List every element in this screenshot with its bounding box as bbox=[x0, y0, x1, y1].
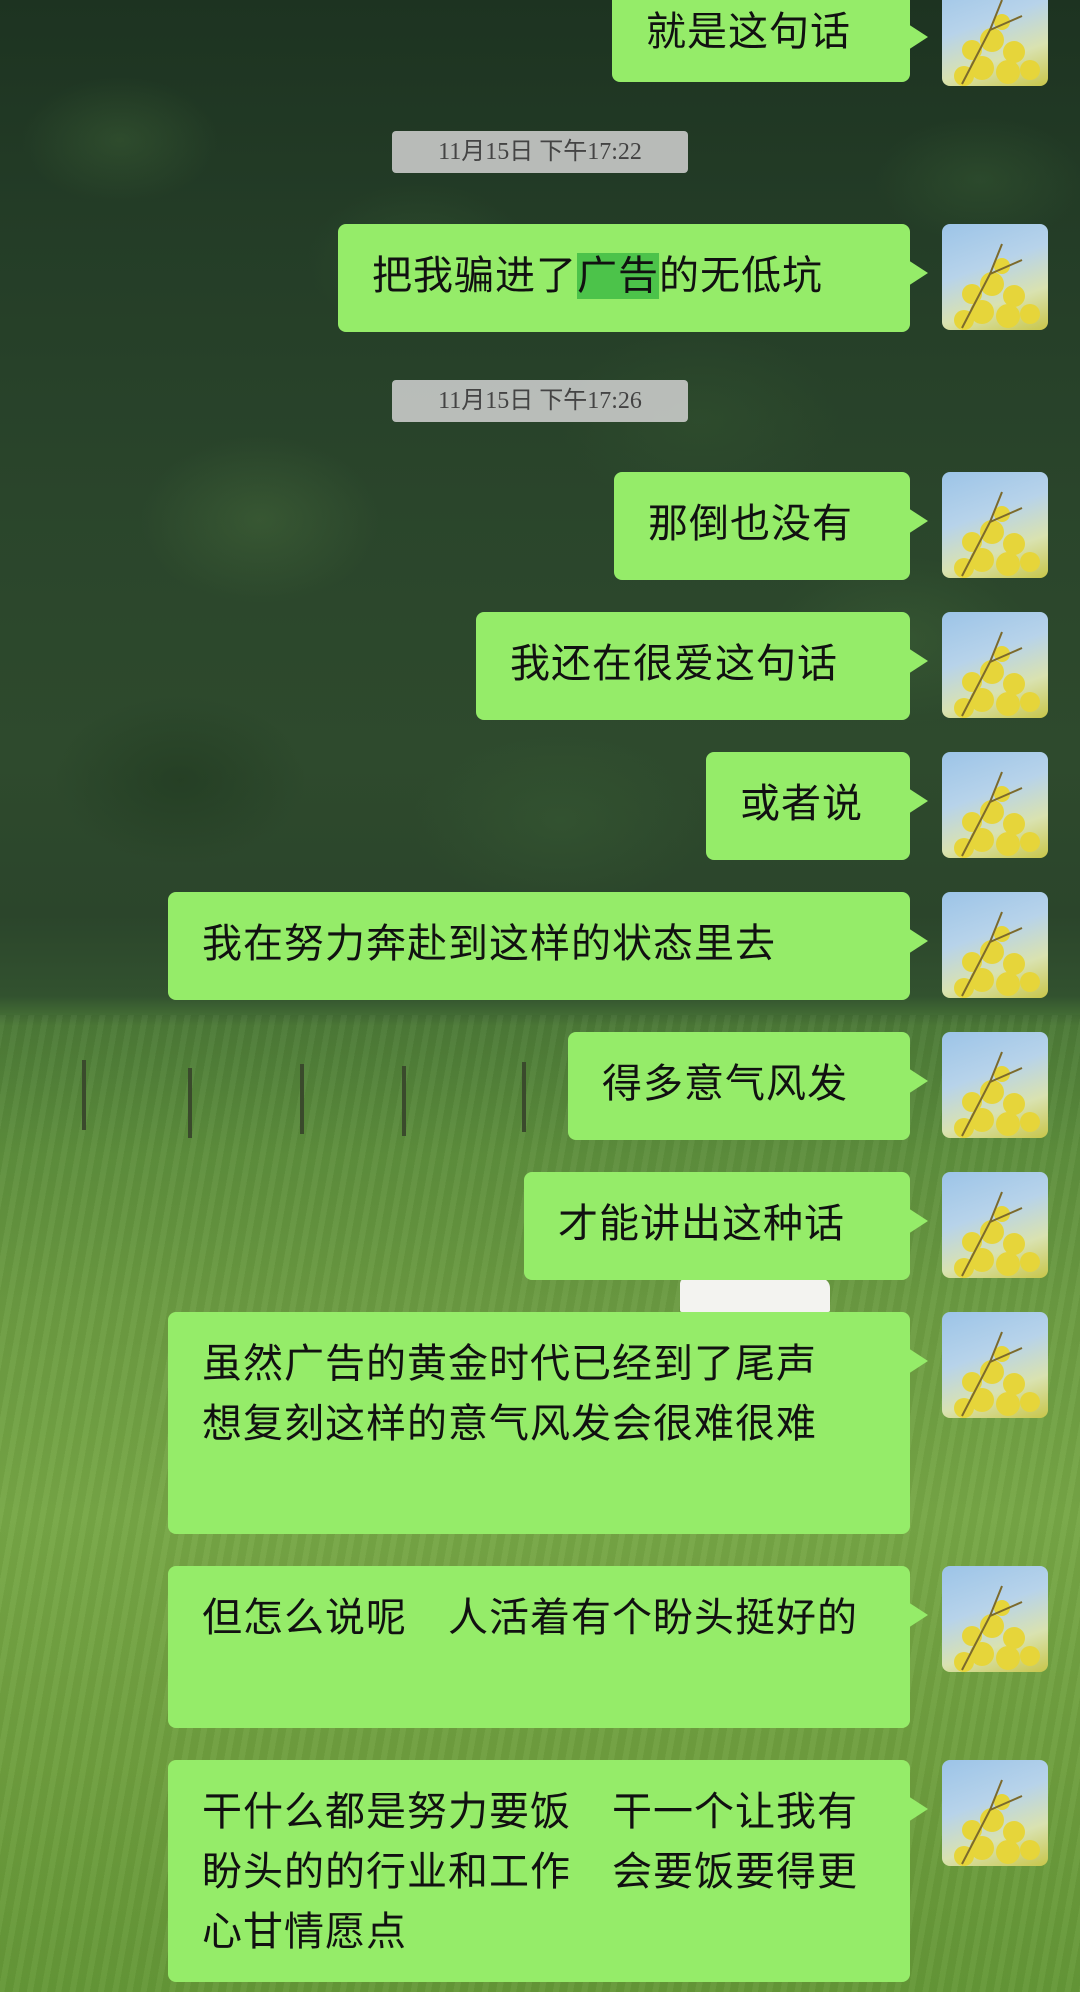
avatar[interactable] bbox=[942, 1032, 1048, 1138]
message-text: 的无低坑 bbox=[659, 253, 823, 299]
message-text: 把我骗进了 bbox=[372, 253, 577, 299]
timestamp: 11月15日 下午17:22 bbox=[392, 131, 688, 173]
avatar[interactable] bbox=[942, 0, 1048, 86]
message-bubble[interactable]: 虽然广告的黄金时代已经到了尾声 想复刻这样的意气风发会很难很难 bbox=[168, 1312, 928, 1534]
message-text: 我在努力奔赴到这样的状态里去 bbox=[202, 921, 776, 967]
yellow-flower-avatar-icon bbox=[954, 1331, 1040, 1418]
yellow-flower-avatar-icon bbox=[954, 1191, 1040, 1278]
message-bubble[interactable]: 干什么都是努力要饭 干一个让我有盼头的的行业和工作 会要饭要得更心甘情愿点 bbox=[168, 1760, 928, 1982]
message-text: 得多意气风发 bbox=[602, 1061, 848, 1107]
avatar[interactable] bbox=[942, 224, 1048, 330]
avatar[interactable] bbox=[942, 892, 1048, 998]
message-text: 就是这句话 bbox=[646, 9, 851, 55]
timestamp: 11月15日 下午17:26 bbox=[392, 380, 688, 422]
highlighted-text: 广告 bbox=[577, 253, 659, 299]
message-bubble[interactable]: 但怎么说呢 人活着有个盼头挺好的 bbox=[168, 1566, 928, 1728]
chat-screen: 就是这句话 11月15日 下午17:22 把我骗进了广告的无低坑 11月15日 … bbox=[0, 0, 1080, 1992]
avatar[interactable] bbox=[942, 1760, 1048, 1866]
message-bubble[interactable]: 才能讲出这种话 bbox=[524, 1172, 928, 1280]
message-bubble[interactable]: 就是这句话 bbox=[612, 0, 928, 82]
yellow-flower-avatar-icon bbox=[954, 243, 1040, 330]
message-text: 但怎么说呢 人活着有个盼头挺好的 bbox=[202, 1595, 858, 1641]
yellow-flower-avatar-icon bbox=[954, 631, 1040, 718]
message-bubble[interactable]: 我在努力奔赴到这样的状态里去 bbox=[168, 892, 928, 1000]
message-bubble[interactable]: 我还在很爱这句话 bbox=[476, 612, 928, 720]
yellow-flower-avatar-icon bbox=[954, 0, 1040, 86]
message-list[interactable]: 就是这句话 11月15日 下午17:22 把我骗进了广告的无低坑 11月15日 … bbox=[0, 0, 1080, 1992]
yellow-flower-avatar-icon bbox=[954, 1779, 1040, 1866]
avatar[interactable] bbox=[942, 1312, 1048, 1418]
avatar[interactable] bbox=[942, 1566, 1048, 1672]
avatar[interactable] bbox=[942, 472, 1048, 578]
avatar[interactable] bbox=[942, 612, 1048, 718]
message-text: 虽然广告的黄金时代已经到了尾声 想复刻这样的意气风发会很难很难 bbox=[202, 1341, 858, 1447]
message-bubble[interactable]: 或者说 bbox=[706, 752, 928, 860]
message-bubble[interactable]: 得多意气风发 bbox=[568, 1032, 928, 1140]
yellow-flower-avatar-icon bbox=[954, 911, 1040, 998]
message-text: 才能讲出这种话 bbox=[558, 1201, 845, 1247]
message-text: 或者说 bbox=[740, 781, 863, 827]
message-bubble[interactable]: 把我骗进了广告的无低坑 bbox=[338, 224, 928, 332]
yellow-flower-avatar-icon bbox=[954, 1051, 1040, 1138]
yellow-flower-avatar-icon bbox=[954, 771, 1040, 858]
message-text: 干什么都是努力要饭 干一个让我有盼头的的行业和工作 会要饭要得更心甘情愿点 bbox=[202, 1789, 858, 1955]
message-bubble[interactable]: 那倒也没有 bbox=[614, 472, 928, 580]
avatar[interactable] bbox=[942, 752, 1048, 858]
avatar[interactable] bbox=[942, 1172, 1048, 1278]
yellow-flower-avatar-icon bbox=[954, 1585, 1040, 1672]
yellow-flower-avatar-icon bbox=[954, 491, 1040, 578]
message-text: 那倒也没有 bbox=[648, 501, 853, 547]
message-text: 我还在很爱这句话 bbox=[510, 641, 838, 687]
